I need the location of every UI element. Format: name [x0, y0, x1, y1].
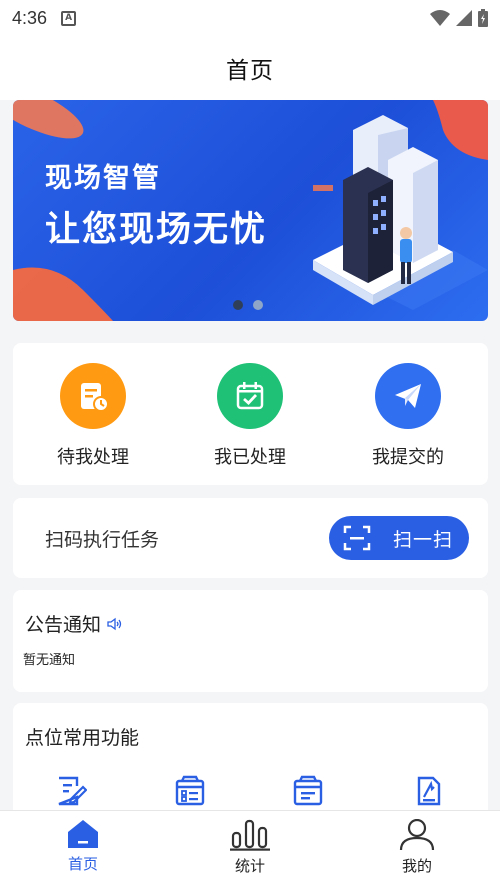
archive-box-icon[interactable]	[292, 775, 324, 807]
bottom-navigation: 首页 统计 我的	[0, 810, 500, 888]
pending-action[interactable]: 待我处理	[23, 363, 163, 469]
submitted-action[interactable]: 我提交的	[338, 363, 478, 469]
notification-a-icon: A	[61, 10, 77, 26]
carousel-dot-active[interactable]	[233, 300, 243, 310]
scan-button-label: 扫一扫	[393, 528, 454, 551]
pending-document-icon	[60, 363, 126, 429]
home-icon	[68, 820, 98, 848]
nav-profile-label: 我的	[401, 857, 432, 875]
notice-title: 公告通知	[25, 614, 102, 636]
nav-profile[interactable]: 我的	[367, 819, 467, 876]
banner-carousel[interactable]: 现场智管 让您现场无忧	[13, 100, 488, 321]
carousel-dot[interactable]	[253, 300, 263, 310]
app-header: 首页	[0, 36, 500, 100]
status-time: 4:36	[12, 7, 48, 28]
nav-home[interactable]: 首页	[33, 819, 133, 874]
scan-frame-icon	[343, 525, 371, 551]
scan-task-label: 扫码执行任务	[45, 529, 160, 551]
banner-title: 现场智管	[45, 163, 161, 194]
signal-icon	[456, 10, 472, 26]
checklist-box-icon[interactable]	[174, 775, 206, 807]
page-title: 首页	[226, 58, 274, 84]
quick-actions-card: 待我处理 我已处理 我提交的	[13, 343, 488, 485]
status-icons	[430, 9, 488, 27]
processed-action[interactable]: 我已处理	[180, 363, 320, 469]
nav-statistics[interactable]: 统计	[200, 819, 300, 876]
banner-subtitle: 让您现场无忧	[45, 210, 268, 250]
carousel-indicator[interactable]	[233, 300, 263, 310]
notice-empty-text: 暂无通知	[23, 653, 76, 668]
functions-title: 点位常用功能	[25, 727, 140, 749]
notice-card: 公告通知 暂无通知	[13, 590, 488, 692]
bar-chart-icon	[230, 819, 270, 851]
wifi-icon	[430, 10, 450, 26]
scan-task-card: 扫码执行任务 扫一扫	[13, 498, 488, 578]
nav-statistics-label: 统计	[234, 857, 265, 875]
submitted-action-label: 我提交的	[372, 447, 444, 468]
processed-action-label: 我已处理	[214, 447, 286, 468]
speaker-icon	[107, 617, 122, 630]
user-icon	[399, 819, 435, 851]
pending-action-label: 待我处理	[57, 447, 129, 468]
battery-icon	[478, 9, 488, 27]
status-bar: 4:36 A	[0, 0, 500, 36]
signature-doc-icon[interactable]	[413, 775, 445, 807]
scan-button[interactable]: 扫一扫	[329, 516, 469, 560]
edit-form-icon[interactable]	[55, 775, 87, 807]
notice-header: 公告通知	[25, 610, 123, 637]
paper-plane-icon	[375, 363, 441, 429]
calendar-check-icon	[217, 363, 283, 429]
functions-card: 点位常用功能	[13, 703, 488, 823]
nav-home-label: 首页	[67, 855, 98, 873]
